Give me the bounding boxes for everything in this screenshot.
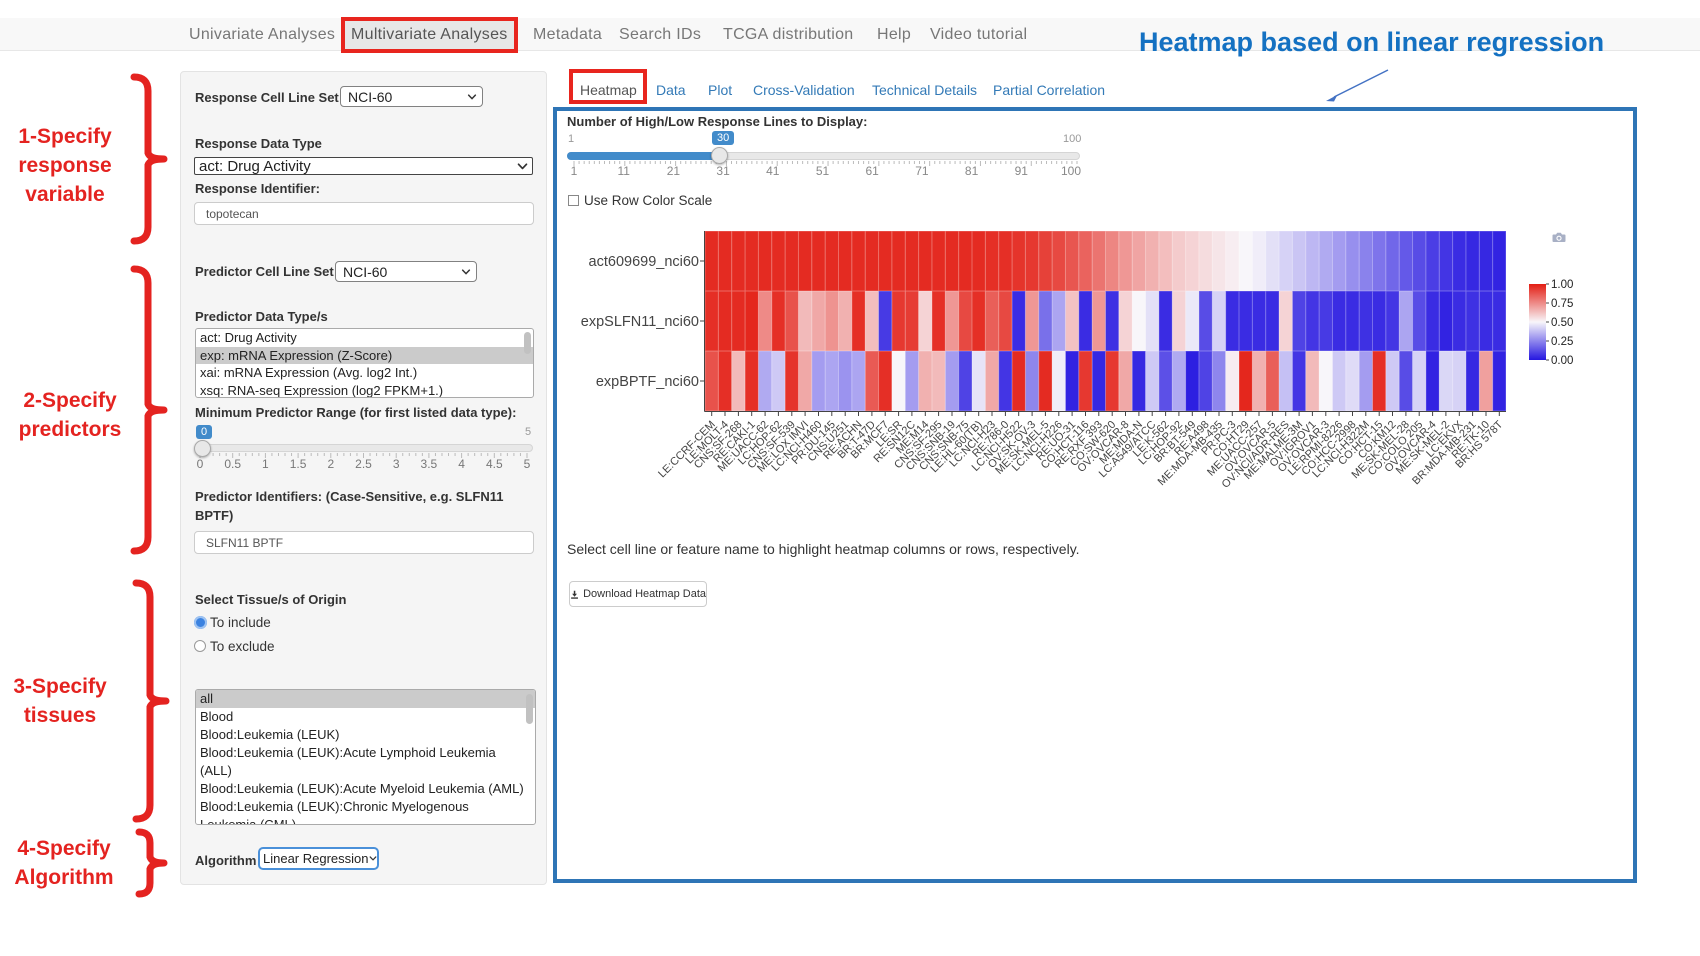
svg-text:act609699_nci60: act609699_nci60 xyxy=(589,254,699,270)
svg-text:1.00: 1.00 xyxy=(1551,279,1573,291)
svg-text:0.75: 0.75 xyxy=(1551,298,1573,310)
svg-text:expSLFN11_nci60: expSLFN11_nci60 xyxy=(581,314,699,330)
svg-text:0.25: 0.25 xyxy=(1551,336,1573,348)
svg-text:0.50: 0.50 xyxy=(1551,317,1573,329)
svg-text:0.00: 0.00 xyxy=(1551,355,1573,367)
svg-text:expBPTF_nci60: expBPTF_nci60 xyxy=(596,374,699,390)
